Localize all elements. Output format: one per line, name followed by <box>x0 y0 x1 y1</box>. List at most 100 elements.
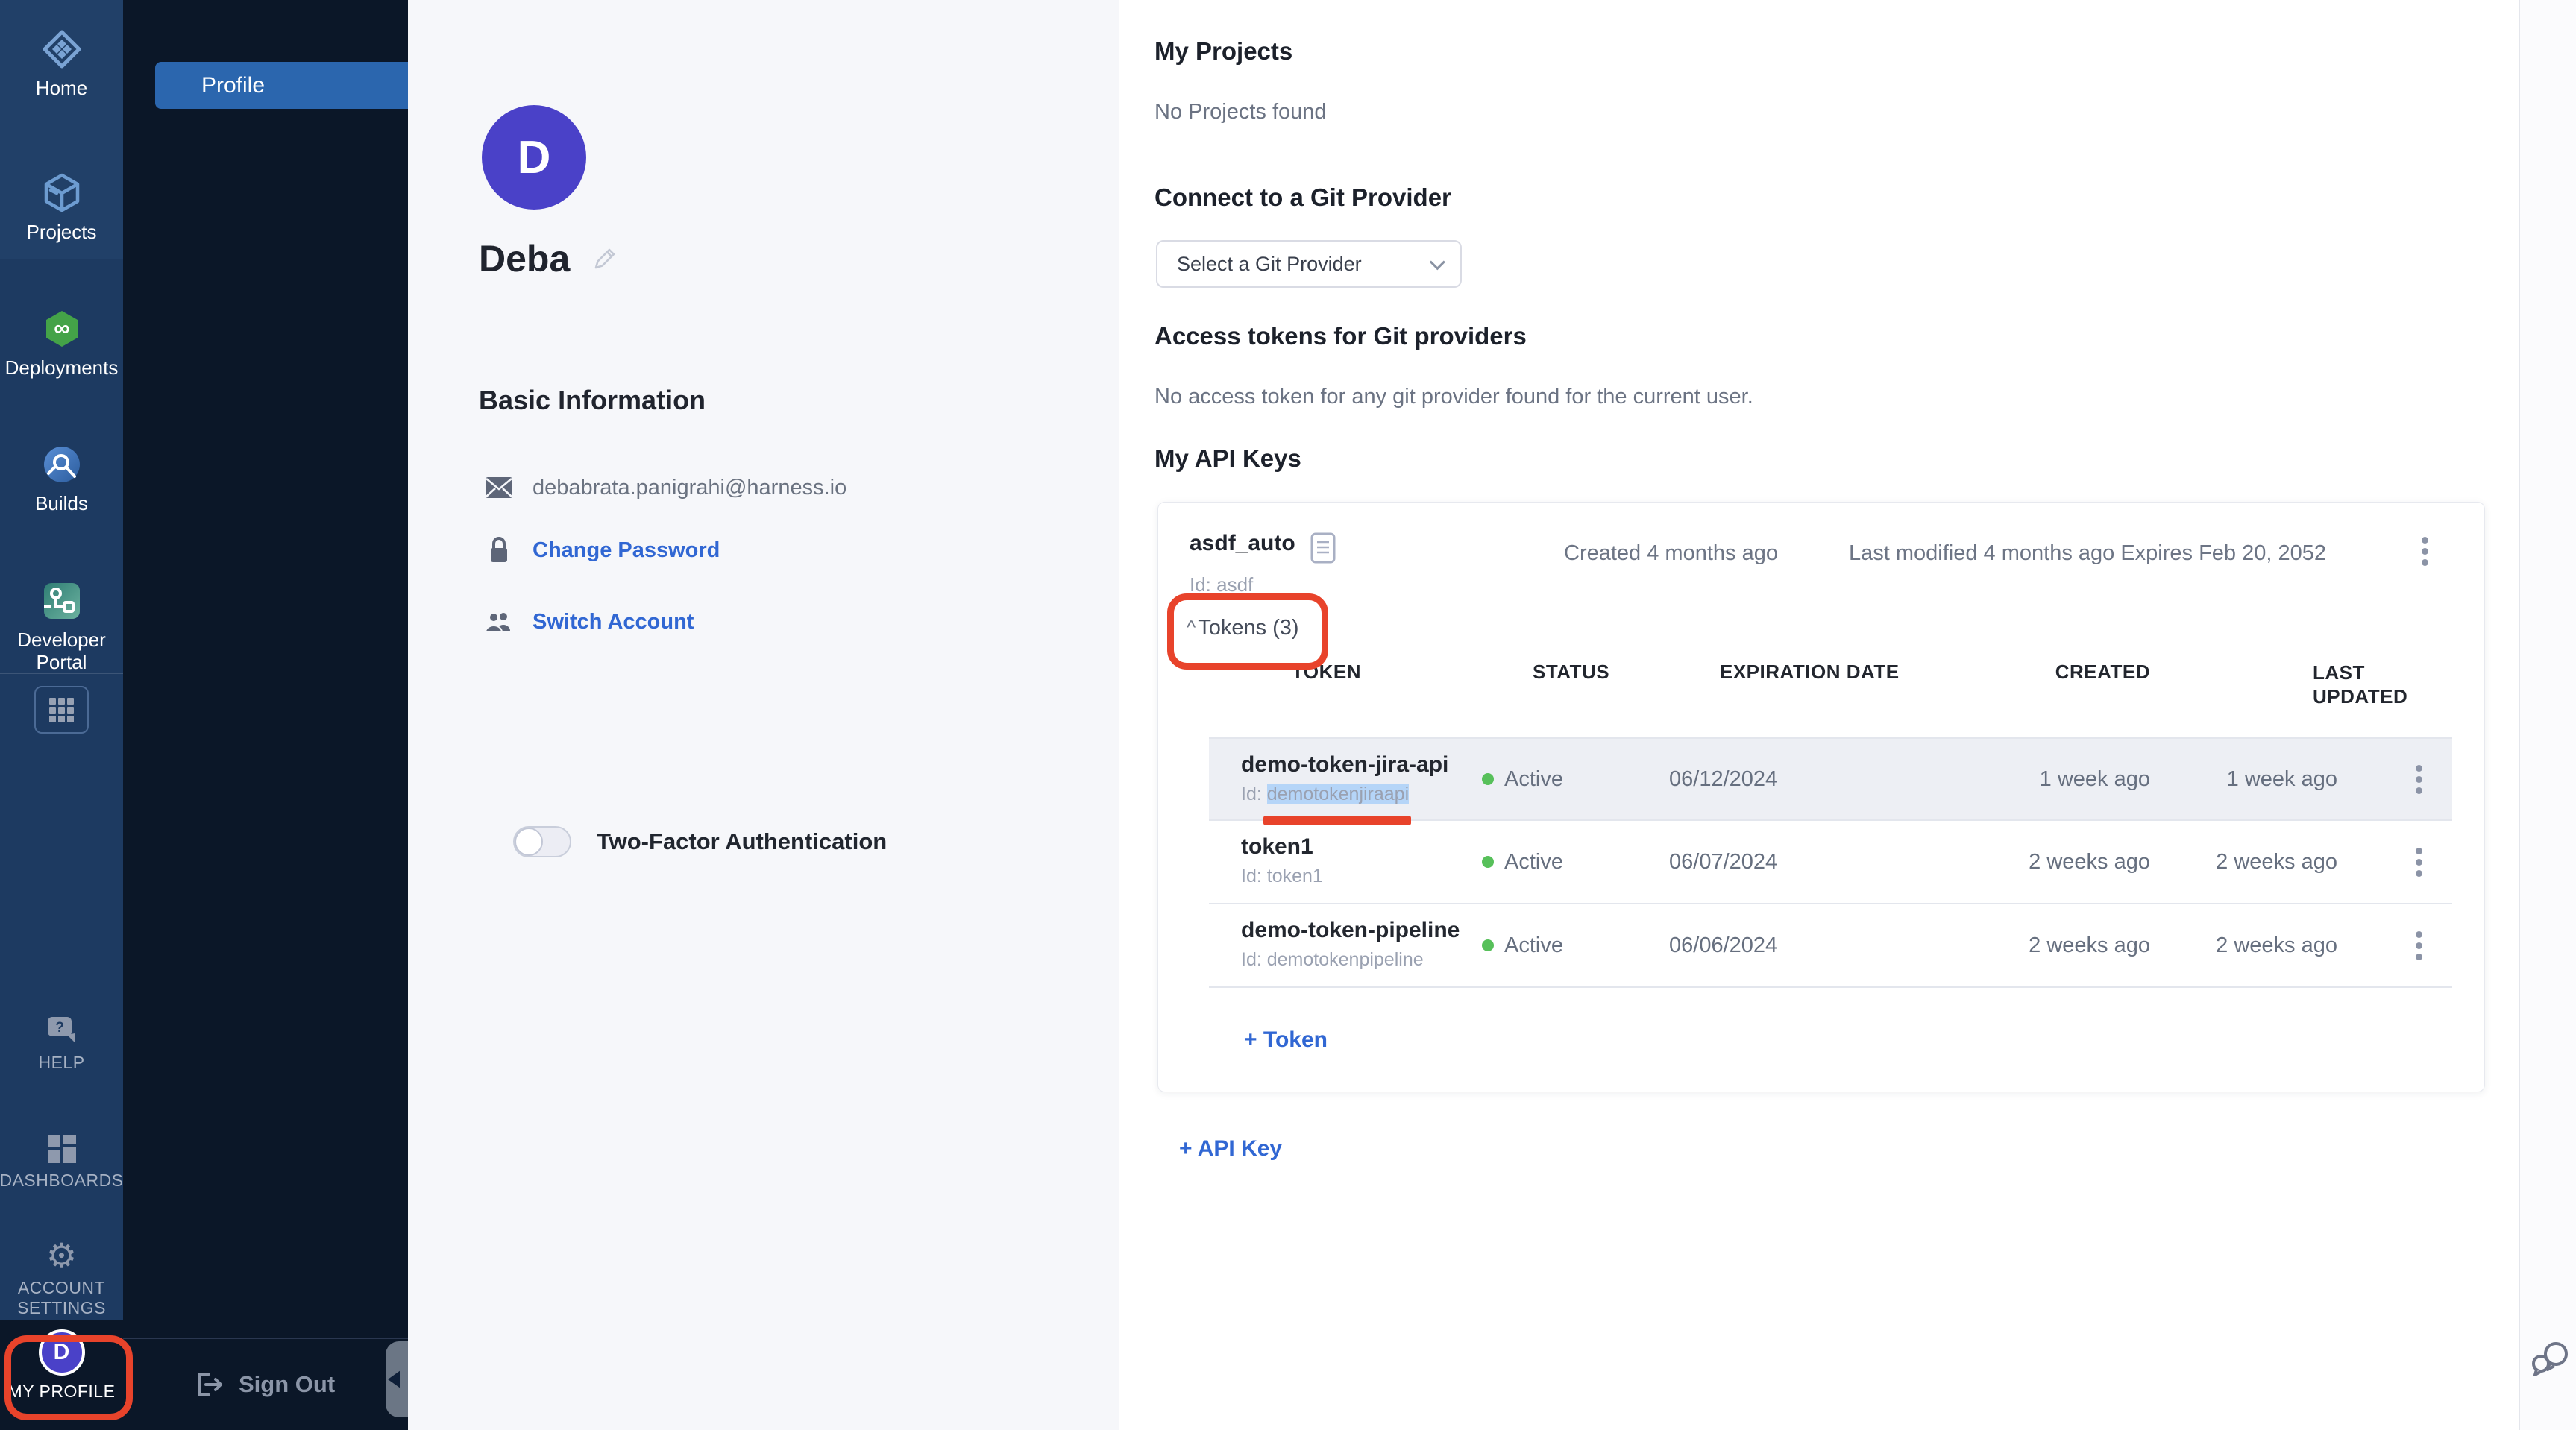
sidebar-item-label: Builds <box>35 492 88 514</box>
column-header-token: TOKEN <box>1292 661 1361 684</box>
sidebar-item-label: HELP <box>38 1053 84 1073</box>
projects-icon <box>41 171 83 214</box>
git-provider-select-value: Select a Git Provider <box>1177 253 1362 276</box>
table-row: demo-token-pipeline Id: demotokenpipelin… <box>1209 904 2452 988</box>
api-keys-title: My API Keys <box>1155 444 1301 473</box>
sidebar-item-label: Developer Portal <box>13 629 110 673</box>
dashboards-icon <box>46 1133 78 1165</box>
avatar: D <box>39 1329 85 1376</box>
sidebar-item-label: Home <box>36 77 87 99</box>
git-provider-title: Connect to a Git Provider <box>1155 183 1451 212</box>
sidebar-item-label: ACCOUNT SETTINGS <box>17 1278 107 1318</box>
sidebar-item-label: Projects <box>27 221 97 243</box>
token-expiration: 06/07/2024 <box>1669 821 1777 903</box>
token-menu-button[interactable] <box>2411 760 2427 799</box>
token-updated: 2 weeks ago <box>2126 904 2337 986</box>
nav-item-profile[interactable]: Profile <box>155 62 408 109</box>
deployments-icon: ∞ <box>41 308 83 350</box>
two-factor-toggle[interactable] <box>513 826 571 857</box>
token-name: demo-token-jira-api <box>1241 752 1448 778</box>
sidebar-item-label: Deployments <box>5 356 119 379</box>
sidebar-item-account-settings[interactable]: ⚙ ACCOUNT SETTINGS <box>0 1239 123 1318</box>
token-name: demo-token-pipeline <box>1241 918 1460 943</box>
token-created: 2 weeks ago <box>1917 821 2150 903</box>
my-projects-title: My Projects <box>1155 37 1292 66</box>
token-expiration: 06/06/2024 <box>1669 904 1777 986</box>
token-id: Id: demotokenjiraapi <box>1241 784 1409 805</box>
settings-gear-icon: ⚙ <box>46 1239 77 1272</box>
tokens-toggle-label: Tokens (3) <box>1198 616 1298 640</box>
chat-bubbles-icon[interactable] <box>2531 1341 2571 1378</box>
email-value: debabrata.panigrahi@harness.io <box>533 476 846 500</box>
home-icon <box>41 28 83 70</box>
token-id-selection: demotokenjiraapi <box>1267 784 1409 804</box>
change-password-link[interactable]: Change Password <box>533 538 720 563</box>
two-factor-row: Two-Factor Authentication <box>513 826 887 857</box>
sidebar-item-deployments[interactable]: ∞ Deployments <box>0 308 123 379</box>
developer-portal-icon <box>41 580 83 622</box>
edit-pencil-icon[interactable] <box>591 245 619 273</box>
token-created: 2 weeks ago <box>1917 904 2150 986</box>
table-row: demo-token-jira-api Id: demotokenjiraapi… <box>1209 737 2452 821</box>
my-profile-label: MY PROFILE <box>8 1382 116 1402</box>
avatar: D <box>482 105 586 210</box>
envelope-icon <box>482 476 516 499</box>
status-dot <box>1482 773 1494 785</box>
sidebar-collapse-button[interactable] <box>386 1341 408 1417</box>
status-dot <box>1482 939 1494 951</box>
right-gutter <box>2519 0 2576 1430</box>
sidebar-item-dashboards[interactable]: DASHBOARDS <box>0 1133 123 1191</box>
token-id: Id: demotokenpipeline <box>1241 949 1424 971</box>
module-picker-button[interactable] <box>34 686 89 734</box>
sidebar-item-home[interactable]: Home <box>0 28 123 99</box>
sign-out-label: Sign Out <box>239 1371 335 1398</box>
svg-text:∞: ∞ <box>54 316 69 341</box>
token-name: token1 <box>1241 834 1313 860</box>
token-status: Active <box>1504 933 1563 958</box>
api-key-created: Created 4 months ago <box>1564 541 1778 566</box>
sidebar-item-builds[interactable]: Builds <box>0 444 123 514</box>
section-title: Basic Information <box>479 385 706 416</box>
sidebar-item-developer-portal[interactable]: Developer Portal <box>0 580 123 673</box>
switch-account-link[interactable]: Switch Account <box>533 610 694 634</box>
help-icon: ? <box>45 1015 79 1047</box>
builds-icon <box>41 444 83 485</box>
token-status: Active <box>1504 767 1563 792</box>
api-key-modified: Last modified 4 months ago Expires Feb 2… <box>1849 541 2326 566</box>
copy-icon[interactable] <box>1310 532 1336 564</box>
api-key-id: Id: asdf <box>1190 573 1253 596</box>
api-key-name: asdf_auto <box>1190 531 1295 556</box>
token-created: 1 week ago <box>1917 739 2150 819</box>
column-header-status: STATUS <box>1533 661 1609 684</box>
access-tokens-empty: No access token for any git provider fou… <box>1155 385 1753 409</box>
main-content: My Projects No Projects found Connect to… <box>1119 0 2519 1430</box>
caret-up-icon: ^ <box>1187 616 1196 639</box>
sidebar-item-help[interactable]: ? HELP <box>0 1015 123 1073</box>
my-profile-button[interactable]: D MY PROFILE <box>0 1320 123 1430</box>
people-icon <box>482 610 516 634</box>
sidebar-item-projects[interactable]: Projects <box>0 171 123 243</box>
toggle-knob <box>515 828 543 856</box>
sidebar-item-label: DASHBOARDS <box>0 1171 124 1191</box>
token-menu-button[interactable] <box>2411 927 2427 965</box>
switch-account-row: Switch Account <box>482 604 694 640</box>
git-provider-select[interactable]: Select a Git Provider <box>1156 240 1462 288</box>
display-name: Deba <box>479 237 570 280</box>
table-row: token1 Id: token1 Active 06/07/2024 2 we… <box>1209 821 2452 904</box>
api-key-menu-button[interactable] <box>2417 532 2433 570</box>
add-api-key-button[interactable]: + API Key <box>1179 1136 1282 1162</box>
column-header-last-updated: LAST UPDATED <box>2313 661 2417 708</box>
chevron-down-icon <box>1430 254 1445 270</box>
token-id: Id: token1 <box>1241 866 1323 887</box>
tokens-expand-toggle[interactable]: ^ Tokens (3) <box>1187 616 1299 640</box>
secondary-sidebar: Profile Sign Out <box>123 0 408 1430</box>
column-header-expiration: EXPIRATION DATE <box>1720 661 1900 684</box>
sign-out-button[interactable]: Sign Out <box>123 1338 408 1430</box>
column-header-created: CREATED <box>1971 661 2150 684</box>
chevron-left-icon <box>388 1370 400 1388</box>
change-password-row: Change Password <box>482 532 720 568</box>
sign-out-icon <box>194 1370 225 1399</box>
token-menu-button[interactable] <box>2411 843 2427 881</box>
add-token-button[interactable]: + Token <box>1244 1027 1328 1053</box>
access-tokens-title: Access tokens for Git providers <box>1155 322 1527 350</box>
